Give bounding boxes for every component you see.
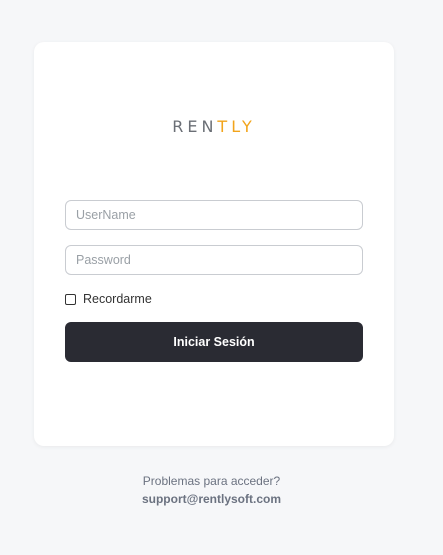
remember-checkbox[interactable] bbox=[65, 293, 76, 305]
username-input[interactable] bbox=[65, 200, 363, 230]
login-page: RENTLY Recordarme Iniciar Sesión Problem… bbox=[0, 0, 443, 555]
rently-logo: RENTLY bbox=[34, 117, 394, 136]
login-card: RENTLY Recordarme Iniciar Sesión bbox=[34, 42, 394, 446]
logo-part-2: TLY bbox=[217, 117, 256, 136]
support-email-link[interactable]: support@rentlysoft.com bbox=[142, 492, 281, 506]
remember-label: Recordarme bbox=[83, 292, 152, 306]
support-footer: Problemas para acceder? support@rentlyso… bbox=[0, 472, 423, 508]
login-button[interactable]: Iniciar Sesión bbox=[65, 322, 363, 362]
logo-part-1: REN bbox=[172, 117, 218, 136]
remember-me[interactable]: Recordarme bbox=[65, 292, 152, 306]
help-text: Problemas para acceder? bbox=[142, 474, 281, 488]
password-input[interactable] bbox=[65, 245, 363, 275]
